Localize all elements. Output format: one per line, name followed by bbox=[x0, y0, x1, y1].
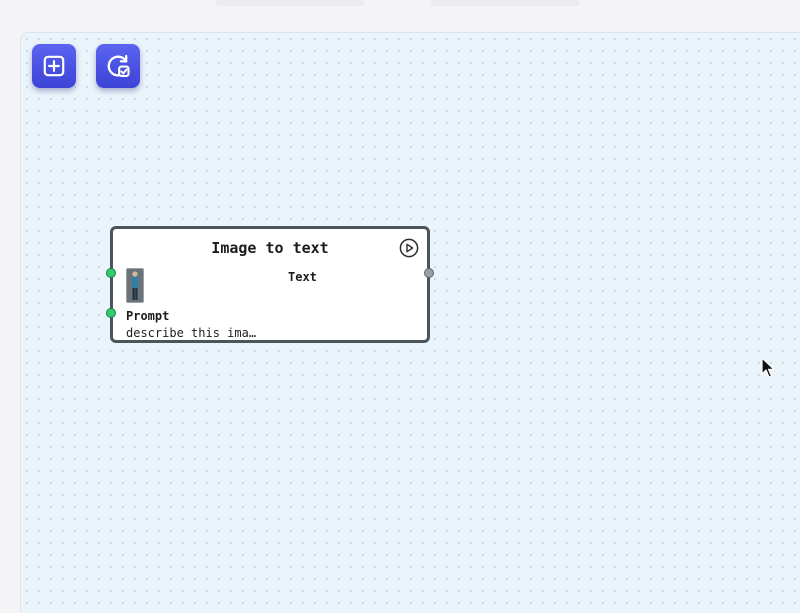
prompt-value[interactable]: describe this ima… bbox=[126, 326, 256, 340]
top-bar bbox=[0, 0, 800, 32]
input-image-thumbnail bbox=[126, 268, 144, 303]
play-circle-icon bbox=[399, 238, 419, 258]
refresh-check-button[interactable] bbox=[96, 44, 140, 88]
image-to-text-node[interactable]: Image to text Text Prompt describe this … bbox=[106, 226, 434, 343]
plus-square-icon bbox=[43, 55, 65, 77]
add-node-button[interactable] bbox=[32, 44, 76, 88]
topbar-tab-placeholder bbox=[215, 0, 365, 6]
prompt-input-port[interactable] bbox=[106, 308, 116, 318]
refresh-check-icon bbox=[107, 54, 130, 77]
output-label: Text bbox=[288, 270, 317, 284]
node-title: Image to text bbox=[211, 239, 329, 257]
mouse-cursor bbox=[761, 357, 775, 383]
image-input-port[interactable] bbox=[106, 268, 116, 278]
run-node-button[interactable] bbox=[399, 238, 419, 258]
topbar-tab-placeholder bbox=[430, 0, 580, 6]
prompt-label: Prompt bbox=[126, 309, 170, 323]
text-output-port[interactable] bbox=[424, 268, 434, 278]
